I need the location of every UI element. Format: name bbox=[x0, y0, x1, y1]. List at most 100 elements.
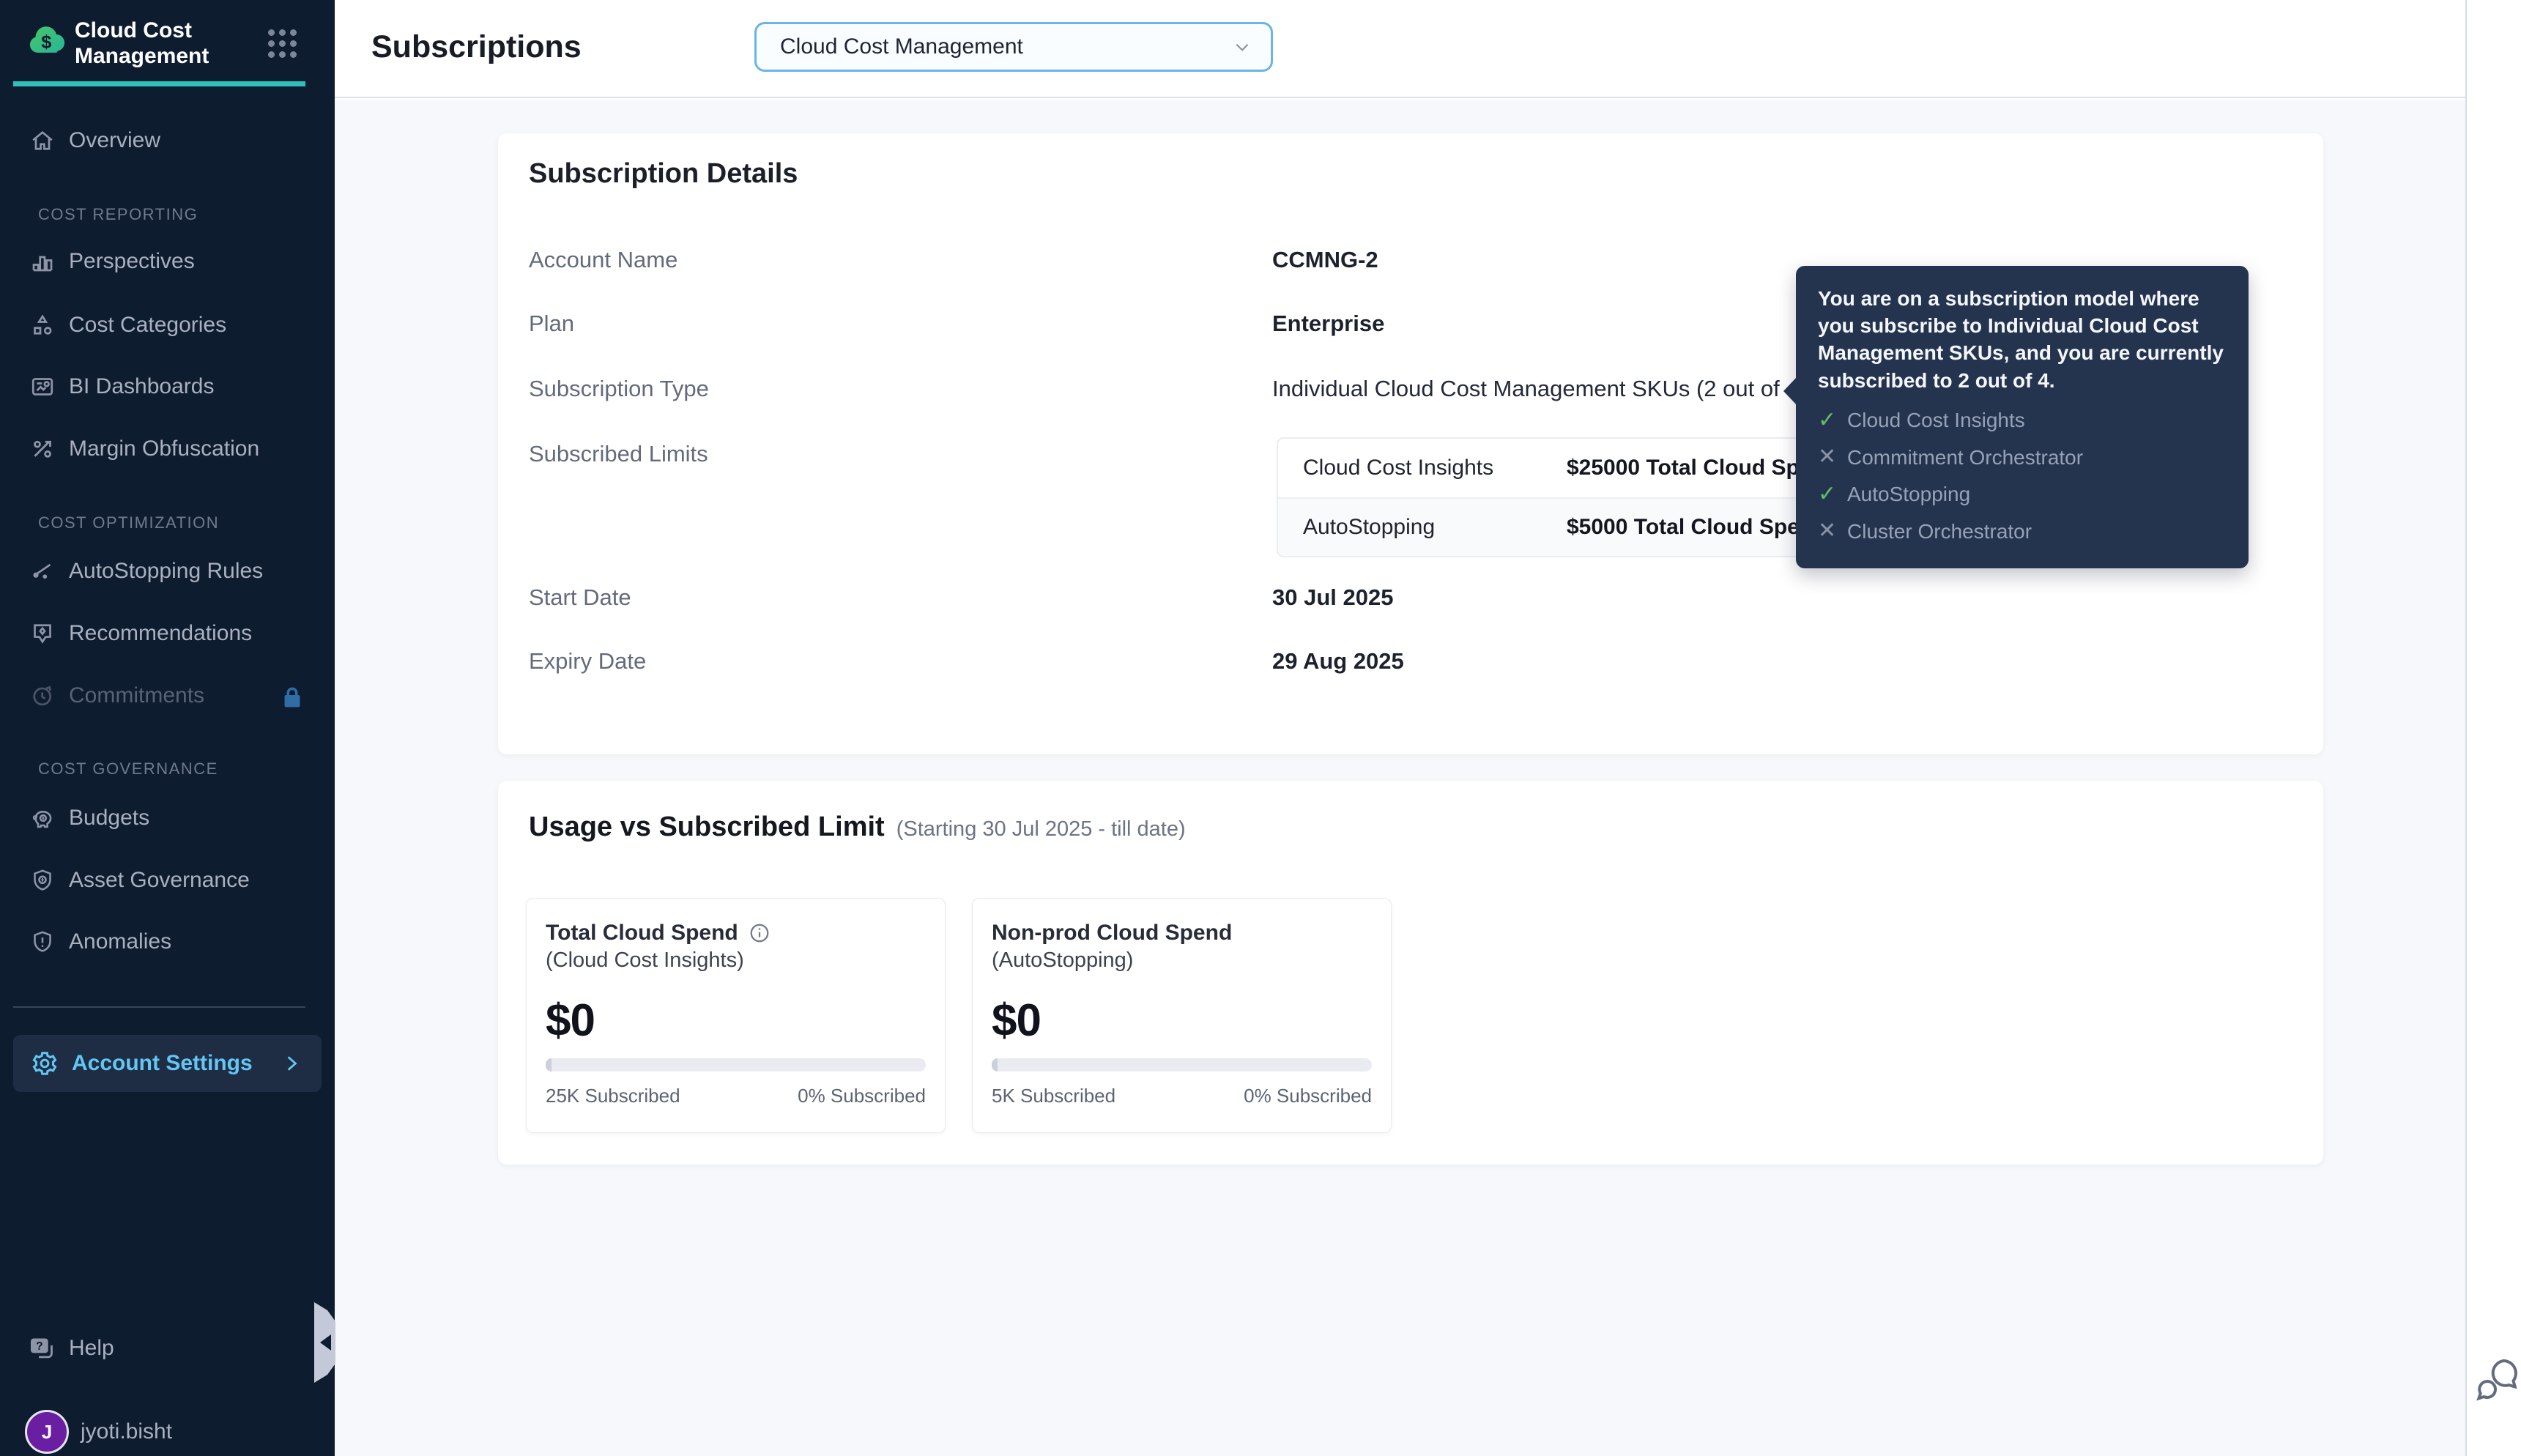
sidebar-item-autostopping-rules[interactable]: AutoStopping Rules bbox=[0, 548, 335, 595]
usage-progress-bar bbox=[546, 1058, 926, 1071]
usage-subtitle: (Starting 30 Jul 2025 - till date) bbox=[896, 817, 1186, 841]
plan-label: Plan bbox=[529, 311, 575, 336]
sidebar-item-anomalies[interactable]: Anomalies bbox=[0, 918, 335, 965]
subscription-type-value: Individual Cloud Cost Management SKUs (2… bbox=[1272, 376, 1840, 402]
sku-limit: $5000 Total Cloud Spend bbox=[1567, 515, 1827, 539]
x-icon: ✕ bbox=[1818, 519, 1837, 543]
account-name-label: Account Name bbox=[529, 247, 678, 272]
subscribed-amount: 5K Subscribed bbox=[992, 1085, 1116, 1107]
history-clock-icon bbox=[29, 683, 56, 709]
logo-row: $ Cloud Cost Management bbox=[26, 16, 319, 82]
metric-title: Non-prod Cloud Spend bbox=[992, 921, 1233, 945]
app-root: $ Cloud Cost Management Overview COST RE… bbox=[0, 0, 2521, 1456]
sidebar-item-label: Budgets bbox=[69, 806, 150, 830]
bar-chart-icon bbox=[29, 248, 56, 275]
account-settings-label: Account Settings bbox=[72, 1051, 253, 1075]
gear-icon bbox=[31, 1050, 59, 1077]
sidebar-item-bi-dashboards[interactable]: BI Dashboards bbox=[0, 363, 335, 410]
metric-amount: $0 bbox=[546, 995, 595, 1046]
module-selector-dropdown[interactable]: Cloud Cost Management bbox=[754, 22, 1273, 72]
main-content: Subscription Details Account Name CCMNG-… bbox=[335, 100, 2465, 1456]
sidebar-item-overview[interactable]: Overview bbox=[0, 117, 335, 164]
percent-trend-icon bbox=[29, 436, 56, 462]
check-icon: ✓ bbox=[1818, 407, 1837, 432]
usage-title-row: Usage vs Subscribed Limit (Starting 30 J… bbox=[529, 811, 1186, 843]
info-icon[interactable] bbox=[749, 922, 771, 944]
help-chat-icon: ? bbox=[28, 1334, 56, 1362]
check-icon: ✓ bbox=[1818, 481, 1837, 506]
recommendation-badge-icon bbox=[29, 620, 56, 647]
accent-divider bbox=[13, 81, 305, 86]
progress-fill bbox=[546, 1058, 552, 1071]
subscribed-percent: 0% Subscribed bbox=[1244, 1085, 1372, 1107]
sidebar-item-account-settings[interactable]: Account Settings bbox=[13, 1035, 322, 1092]
help-label: Help bbox=[69, 1336, 114, 1360]
section-cost-governance: COST GOVERNANCE bbox=[38, 759, 218, 778]
list-item: ✕ Commitment Orchestrator bbox=[1818, 441, 2227, 473]
subscribed-percent: 0% Subscribed bbox=[798, 1085, 926, 1107]
sidebar-item-label: Cost Categories bbox=[69, 313, 227, 337]
app-title: Cloud Cost Management bbox=[75, 18, 209, 68]
sidebar-item-label: Commitments bbox=[69, 683, 205, 707]
section-cost-optimization: COST OPTIMIZATION bbox=[38, 513, 220, 532]
sidebar-item-commitments[interactable]: Commitments bbox=[0, 672, 335, 719]
tooltip-sku-list: ✓ Cloud Cost Insights ✕ Commitment Orche… bbox=[1818, 404, 2227, 548]
list-item: ✕ Cluster Orchestrator bbox=[1818, 515, 2227, 547]
sidebar-divider bbox=[13, 1006, 305, 1008]
account-name-value: CCMNG-2 bbox=[1272, 247, 1378, 272]
subscribed-limits-label: Subscribed Limits bbox=[529, 441, 708, 467]
module-grid-icon[interactable] bbox=[268, 29, 297, 59]
metric-subtitle: (Cloud Cost Insights) bbox=[546, 948, 744, 972]
sidebar-item-label: Recommendations bbox=[69, 621, 253, 645]
sidebar-item-label: Margin Obfuscation bbox=[69, 437, 260, 461]
subscription-type-text: Individual Cloud Cost Management SKUs (2… bbox=[1272, 376, 1806, 401]
sku-label: Commitment Orchestrator bbox=[1847, 445, 2084, 469]
section-cost-reporting: COST REPORTING bbox=[38, 205, 198, 223]
sidebar-item-perspectives[interactable]: Perspectives bbox=[0, 238, 335, 285]
total-cloud-spend-card: Total Cloud Spend (Cloud Cost Insights) … bbox=[526, 898, 946, 1133]
autostopping-icon bbox=[29, 558, 56, 584]
top-bar: Subscriptions Cloud Cost Management bbox=[335, 0, 2465, 98]
shapes-icon bbox=[29, 312, 56, 338]
tooltip-arrow bbox=[1783, 377, 1797, 405]
sidebar-item-label: Anomalies bbox=[69, 929, 172, 954]
chevron-down-icon bbox=[1233, 37, 1252, 56]
usage-progress-bar bbox=[992, 1058, 1372, 1071]
metric-subtitle: (AutoStopping) bbox=[992, 948, 1134, 972]
progress-fill bbox=[992, 1058, 998, 1071]
list-item: ✓ AutoStopping bbox=[1818, 478, 2227, 510]
expiry-date-value: 29 Aug 2025 bbox=[1272, 648, 1404, 674]
shield-alert-icon bbox=[29, 929, 56, 955]
help-button[interactable]: ? Help bbox=[0, 1325, 335, 1372]
subscription-type-tooltip: You are on a subscription model where yo… bbox=[1783, 266, 2249, 568]
sku-label: AutoStopping bbox=[1847, 483, 1971, 506]
collapse-left-arrow-icon bbox=[320, 1334, 331, 1351]
start-date-value: 30 Jul 2025 bbox=[1272, 584, 1394, 610]
sidebar-item-label: BI Dashboards bbox=[69, 374, 215, 398]
sidebar-item-margin-obfuscation[interactable]: Margin Obfuscation bbox=[0, 426, 335, 472]
sidebar-item-asset-governance[interactable]: Asset Governance bbox=[0, 857, 335, 904]
sidebar-item-label: Asset Governance bbox=[69, 868, 250, 892]
avatar: J bbox=[25, 1410, 69, 1454]
cloud-dollar-logo-icon: $ bbox=[29, 26, 65, 53]
usage-card: Usage vs Subscribed Limit (Starting 30 J… bbox=[498, 781, 2323, 1165]
sidebar-item-budgets[interactable]: Budgets bbox=[0, 795, 335, 842]
support-chat-icon[interactable] bbox=[2474, 1355, 2521, 1411]
right-rail bbox=[2465, 0, 2521, 1456]
sidebar-item-label: Overview bbox=[69, 128, 161, 152]
piggy-bank-icon bbox=[29, 805, 56, 831]
sidebar-item-recommendations[interactable]: Recommendations bbox=[0, 610, 335, 657]
metric-title: Total Cloud Spend bbox=[546, 921, 738, 945]
subscription-type-label: Subscription Type bbox=[529, 376, 709, 401]
sku-label: Cloud Cost Insights bbox=[1847, 409, 2025, 432]
start-date-label: Start Date bbox=[529, 584, 631, 610]
user-menu[interactable]: J jyoti.bisht bbox=[0, 1408, 335, 1456]
tooltip-text: You are on a subscription model where yo… bbox=[1818, 287, 2224, 392]
sidebar-item-label: Perspectives bbox=[69, 249, 195, 273]
sku-name: AutoStopping bbox=[1303, 515, 1436, 539]
x-icon: ✕ bbox=[1818, 445, 1837, 469]
svg-text:$: $ bbox=[41, 32, 51, 53]
sku-name: Cloud Cost Insights bbox=[1303, 456, 1494, 480]
lock-icon bbox=[279, 684, 302, 707]
sidebar-item-cost-categories[interactable]: Cost Categories bbox=[0, 302, 335, 349]
